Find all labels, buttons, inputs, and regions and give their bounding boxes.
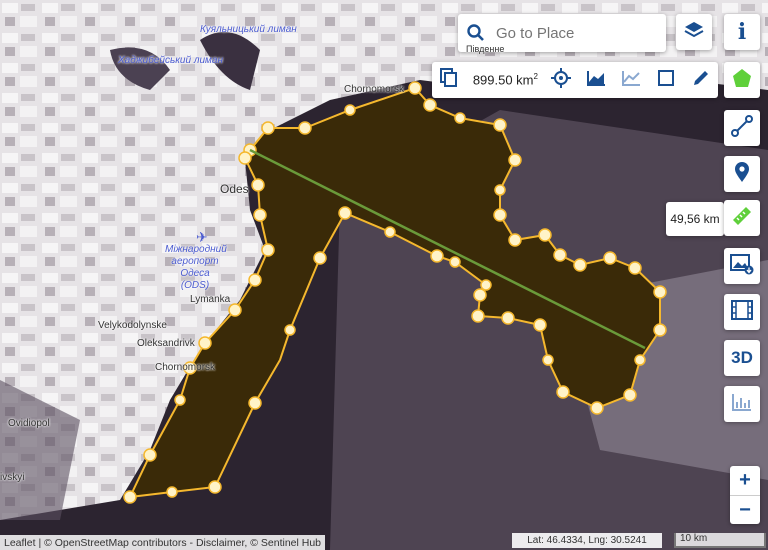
coordinates-readout: Lat: 46.4334, Lng: 30.5241 (512, 533, 662, 548)
ruler-icon (731, 205, 753, 232)
rectangle-button[interactable] (648, 62, 683, 98)
download-image-button[interactable] (724, 248, 760, 284)
map-label-lymanka: Lymanka (190, 294, 231, 305)
search-input[interactable] (494, 23, 658, 43)
zoom-out-button[interactable]: − (730, 496, 760, 525)
line-chart-button[interactable] (614, 62, 649, 98)
map-label-ovidiopol: Ovidiopol (8, 418, 50, 429)
image-download-icon (730, 253, 754, 280)
map-label-lake-left: Хаджибейський лиман (118, 55, 223, 66)
polygon-button[interactable] (724, 62, 760, 98)
map-label-partial: Південне (466, 44, 505, 54)
distance-readout: 49,56 km (666, 202, 724, 236)
map-label-chornomorsk-top: Chornomorsk (344, 84, 405, 95)
edit-button[interactable] (683, 62, 718, 98)
timelapse-button[interactable] (724, 294, 760, 330)
map-label-airport: Міжнародний аеропорт Одеса (ODS) (165, 244, 227, 291)
scale-bar: 10 km (674, 533, 766, 548)
zoom-control: + − (730, 466, 760, 524)
search-icon[interactable] (458, 24, 494, 42)
3d-label: 3D (731, 348, 753, 367)
copy-icon (440, 67, 458, 93)
info-icon: i (737, 19, 747, 45)
map-label-bilgorod: ivskyi (0, 472, 25, 483)
pentagon-icon (731, 67, 753, 94)
3d-button[interactable]: 3D (724, 340, 760, 376)
histogram-button[interactable] (724, 386, 760, 422)
crosshair-icon (551, 67, 572, 93)
info-button[interactable]: i (724, 14, 760, 50)
pencil-icon (692, 69, 710, 92)
attribution[interactable]: Leaflet | © OpenStreetMap contributors -… (0, 535, 326, 550)
map-label-oleksandrivka: Oleksandrivk (137, 338, 195, 349)
location-button[interactable] (724, 156, 760, 192)
rectangle-icon (657, 69, 675, 92)
zoom-in-button[interactable]: + (730, 466, 760, 495)
film-icon (731, 299, 753, 325)
map-pin-icon (733, 161, 751, 188)
area-chart-button[interactable] (579, 62, 614, 98)
bar-chart-icon (731, 392, 753, 417)
ruler-button[interactable] (724, 200, 760, 236)
measure-toolbar: 899.50 km2 (432, 62, 718, 98)
copy-button[interactable] (432, 62, 467, 98)
layers-button[interactable] (676, 14, 712, 50)
area-readout: 899.50 km2 (472, 72, 538, 88)
map-label-odesa: Odes (220, 182, 249, 196)
map-label-chornomorsk: Chornomorsk (155, 362, 216, 373)
center-button[interactable] (544, 62, 579, 98)
line-segment-icon (731, 114, 753, 142)
area-chart-icon (586, 69, 606, 92)
line-chart-icon (621, 69, 641, 92)
map-label-lake-top: Куяльницький лиман (200, 24, 297, 35)
measure-distance-button[interactable] (724, 110, 760, 146)
layers-icon (683, 19, 705, 46)
map-label-velykodolynske: Velykodolynske (98, 320, 167, 331)
